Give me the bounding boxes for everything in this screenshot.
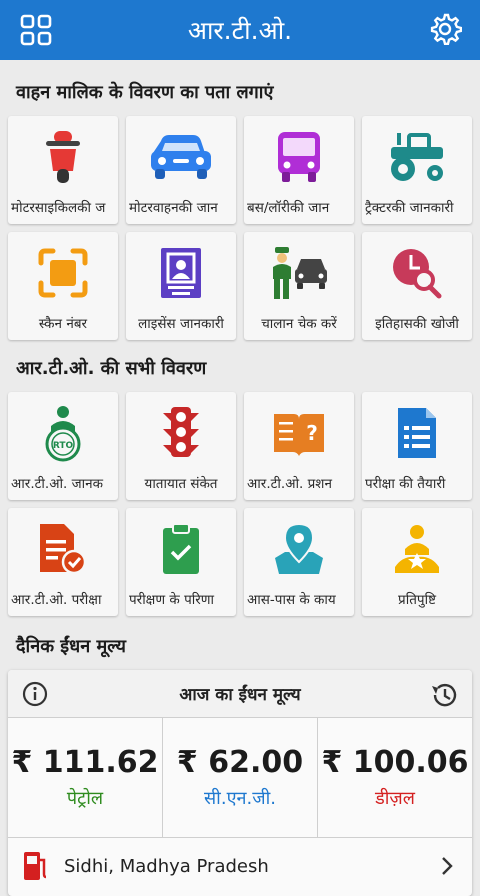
history-search-icon (393, 249, 442, 299)
tile-label: ट्रैक्टरकी जानकारी (365, 200, 454, 216)
fuel-name: सी.एन.जी. (204, 788, 276, 809)
tile-label: परीक्षा की तैयारी (365, 476, 446, 492)
scan-icon (38, 248, 88, 298)
tile-nearby-offices[interactable]: आस-पास के काय (244, 508, 354, 616)
tile-label: स्कैन नंबर (38, 316, 88, 332)
tile-bus-lorry[interactable]: बस/लॉरीकी जान (244, 116, 354, 224)
car-icon (151, 135, 211, 179)
tile-traffic-signs[interactable]: यातायात संकेत (126, 392, 236, 500)
tractor-icon (391, 133, 443, 181)
tile-label: मोटरवाहनकी जान (129, 200, 218, 216)
settings-gear-icon[interactable] (428, 12, 462, 46)
section-title-vehicle-owner: वाहन मालिक के विवरण का पता लगाएं (16, 82, 274, 103)
fuel-card-title: आज का ईंधन मूल्य (179, 685, 301, 705)
price-value: ₹ 111.62 (11, 745, 159, 780)
tile-label: लाइसेंस जानकारी (138, 316, 224, 332)
tile-license-info[interactable]: लाइसेंस जानकारी (126, 232, 236, 340)
tile-rto-exam[interactable]: आर.टी.ओ. परीक्षा (8, 508, 118, 616)
svg-text:RTO: RTO (53, 441, 74, 451)
tile-rto-info[interactable]: RTO आर.टी.ओ. जानक (8, 392, 118, 500)
license-icon (161, 248, 201, 298)
tile-challan-check[interactable]: चालान चेक करें (244, 232, 354, 340)
exam-prep-icon (398, 408, 436, 458)
svg-text:?: ? (306, 421, 318, 445)
tile-test-results[interactable]: परीक्षण के परिणा (126, 508, 236, 616)
vehicle-tiles-grid: मोटरसाइकिलकी ज मोटरवाहनकी जान बस/लॉरीकी … (8, 116, 472, 340)
tile-label: आर.टी.ओ. प्रशन (247, 476, 332, 492)
location-selector[interactable]: Sidhi, Madhya Pradesh (8, 838, 472, 894)
tile-feedback[interactable]: प्रतिपुष्टि (362, 508, 472, 616)
grid-menu-icon[interactable] (20, 14, 52, 46)
tile-scan-number[interactable]: स्कैन नंबर (8, 232, 118, 340)
location-text: Sidhi, Madhya Pradesh (64, 855, 269, 877)
price-value: ₹ 100.06 (321, 745, 469, 780)
fuel-name: पेट्रोल (66, 788, 104, 809)
bus-icon (278, 132, 320, 182)
fuel-price-card: आज का ईंधन मूल्य ₹ 111.62 पेट्रोल ₹ 62.0… (8, 670, 472, 896)
tile-label: बस/लॉरीकी जान (247, 200, 330, 216)
chevron-right-icon (442, 857, 453, 875)
fuel-price-petrol[interactable]: ₹ 111.62 पेट्रोल (8, 718, 163, 837)
fuel-prices-row: ₹ 111.62 पेट्रोल ₹ 62.00 सी.एन.जी. ₹ 100… (8, 718, 472, 838)
tile-label: मोटरसाइकिलकी ज (11, 200, 106, 216)
tile-label: इतिहासकी खोजी (375, 316, 459, 332)
question-book-icon: ? (274, 414, 324, 456)
tile-label: आस-पास के काय (247, 592, 336, 608)
section-title-fuel: दैनिक ईंधन मूल्य (16, 636, 126, 657)
tile-exam-prep[interactable]: परीक्षा की तैयारी (362, 392, 472, 500)
section-title-rto-details: आर.टी.ओ. की सभी विवरण (16, 358, 207, 379)
exam-document-icon (40, 524, 87, 575)
price-value: ₹ 62.00 (176, 745, 304, 780)
fuel-pump-icon (24, 852, 47, 880)
app-bar: आर.टी.ओ. (0, 0, 480, 60)
map-pin-icon (275, 522, 323, 574)
fuel-name: डीज़ल (375, 788, 415, 809)
info-icon[interactable] (22, 681, 48, 707)
clipboard-check-icon (163, 523, 199, 574)
tile-label: चालान चेक करें (261, 316, 337, 332)
fuel-price-cng[interactable]: ₹ 62.00 सी.एन.जी. (163, 718, 318, 837)
tile-label: परीक्षण के परिणा (129, 592, 215, 608)
tile-car[interactable]: मोटरवाहनकी जान (126, 116, 236, 224)
fuel-price-diesel[interactable]: ₹ 100.06 डीज़ल (318, 718, 472, 837)
challan-icon (273, 247, 327, 299)
tile-label: प्रतिपुष्टि (398, 592, 436, 608)
history-clock-icon[interactable] (430, 681, 458, 709)
tile-motorcycle[interactable]: मोटरसाइकिलकी ज (8, 116, 118, 224)
rto-officer-icon: RTO (45, 406, 81, 462)
tile-tractor[interactable]: ट्रैक्टरकी जानकारी (362, 116, 472, 224)
traffic-light-icon (163, 407, 199, 457)
rto-tiles-grid: RTO आर.टी.ओ. जानक यातायात संकेत ? आर.टी.… (8, 392, 472, 616)
feedback-icon (395, 525, 439, 573)
fuel-card-header: आज का ईंधन मूल्य (8, 670, 472, 718)
tile-label: यातायात संकेत (144, 476, 218, 492)
motorcycle-icon (46, 131, 80, 183)
tile-history-search[interactable]: इतिहासकी खोजी (362, 232, 472, 340)
app-title: आर.टी.ओ. (187, 16, 293, 45)
tile-rto-questions[interactable]: ? आर.टी.ओ. प्रशन (244, 392, 354, 500)
tile-label: आर.टी.ओ. जानक (11, 476, 103, 492)
tile-label: आर.टी.ओ. परीक्षा (11, 592, 102, 608)
